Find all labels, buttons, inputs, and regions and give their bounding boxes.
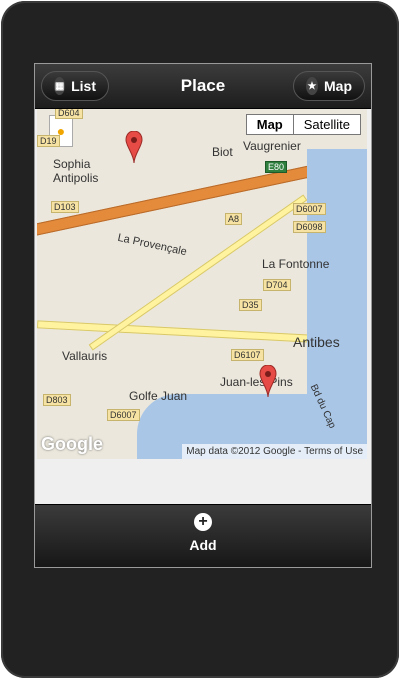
map-type-toggle[interactable]: Map Satellite xyxy=(245,114,361,135)
marker-pin-icon xyxy=(259,364,277,398)
add-button-label: Add xyxy=(189,537,217,553)
road-code-a8: A8 xyxy=(225,213,243,225)
map-view[interactable]: ● Map Satellite Sophia Antipolis Biot Va… xyxy=(37,109,367,459)
road-code-d6107: D6107 xyxy=(231,349,264,361)
map-type-map[interactable]: Map xyxy=(247,115,294,134)
map-button[interactable]: ★ Map xyxy=(293,71,365,101)
map-label-la-provencale: La Provençale xyxy=(116,231,188,259)
road-code-d19: D19 xyxy=(37,135,60,147)
road-code-d6007-top: D6007 xyxy=(293,203,326,215)
map-label-golfe-juan: Golfe Juan xyxy=(129,389,188,403)
road-code-d103: D103 xyxy=(51,201,79,213)
road-code-d704: D704 xyxy=(263,279,291,291)
device-frame: ▦ List Place ★ Map ● Map Satellite Sophi… xyxy=(1,1,399,678)
road-code-d6098: D6098 xyxy=(293,221,326,233)
road-code-d35: D35 xyxy=(239,299,262,311)
map-label-biot: Biot xyxy=(212,145,233,159)
app-screen: ▦ List Place ★ Map ● Map Satellite Sophi… xyxy=(34,63,372,568)
add-button[interactable]: + Add xyxy=(35,513,371,553)
map-type-satellite[interactable]: Satellite xyxy=(294,115,360,134)
road-code-d604: D604 xyxy=(55,109,83,119)
map-label-antibes: Antibes xyxy=(293,334,340,350)
map-marker-icon[interactable] xyxy=(259,364,277,398)
google-logo: Google xyxy=(41,434,103,454)
map-button-label: Map xyxy=(324,78,352,94)
star-icon: ★ xyxy=(306,77,318,95)
map-label-sophia: Sophia Antipolis xyxy=(53,157,99,185)
bottom-toolbar: + Add xyxy=(35,504,371,567)
map-attribution: Map data ©2012 Google - Terms of Use xyxy=(182,444,367,459)
map-label-vallauris: Vallauris xyxy=(62,349,108,363)
road-code-d803: D803 xyxy=(43,394,71,406)
plus-icon: + xyxy=(194,513,212,531)
map-label-la-fontonne: La Fontonne xyxy=(262,257,330,271)
map-label-vaugrenier: Vaugrenier xyxy=(243,139,301,153)
road-code-d6007-bottom: D6007 xyxy=(107,409,140,421)
map-label-juan-les-pins: Juan-les-Pins xyxy=(220,375,293,389)
map-marker-icon[interactable] xyxy=(125,130,143,164)
top-bar: ▦ List Place ★ Map xyxy=(35,64,371,109)
marker-pin-icon xyxy=(125,130,143,164)
road-code-e80: E80 xyxy=(265,161,288,173)
